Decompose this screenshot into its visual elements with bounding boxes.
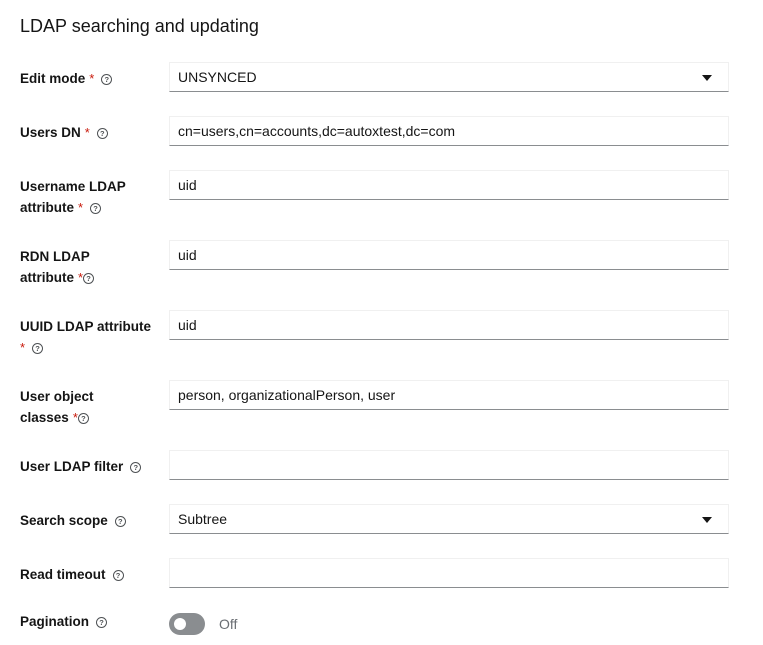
pagination-label: Pagination?	[20, 611, 155, 632]
search-scope-label: Search scope?	[20, 510, 155, 531]
help-icon[interactable]: ?	[114, 516, 126, 527]
help-icon[interactable]: ?	[130, 462, 142, 473]
help-icon[interactable]: ?	[101, 74, 113, 85]
help-icon[interactable]: ?	[77, 413, 89, 424]
edit-mode-value: UNSYNCED	[178, 69, 257, 85]
help-icon[interactable]: ?	[96, 128, 108, 139]
user-object-classes-input[interactable]	[169, 380, 729, 410]
help-icon[interactable]: ?	[90, 203, 102, 214]
help-icon[interactable]: ?	[83, 273, 95, 284]
username-ldap-attribute-label: Username LDAP attribute *?	[20, 179, 126, 215]
help-icon[interactable]: ?	[96, 617, 108, 628]
users-dn-label: Users DN *?	[20, 122, 155, 143]
caret-down-icon	[702, 517, 712, 523]
read-timeout-input[interactable]	[169, 558, 729, 588]
user-ldap-filter-label: User LDAP filter?	[20, 456, 170, 477]
uuid-ldap-attribute-label: UUID LDAP attribute *?	[20, 319, 152, 355]
read-timeout-label: Read timeout?	[20, 564, 155, 585]
user-object-classes-label: User object classes *?	[20, 389, 94, 425]
required-indicator: *	[20, 340, 26, 355]
caret-down-icon	[702, 75, 712, 81]
help-icon[interactable]: ?	[32, 343, 44, 354]
required-indicator: *	[78, 200, 84, 215]
search-scope-value: Subtree	[178, 511, 228, 527]
toggle-knob	[174, 618, 186, 630]
required-indicator: *	[89, 71, 95, 86]
rdn-ldap-attribute-input[interactable]	[169, 240, 729, 270]
username-ldap-attribute-input[interactable]	[169, 170, 729, 200]
pagination-state: Off	[219, 616, 238, 632]
required-indicator: *	[84, 125, 90, 140]
edit-mode-select[interactable]: UNSYNCED	[169, 62, 729, 92]
search-scope-select[interactable]: Subtree	[169, 504, 729, 534]
edit-mode-label: Edit mode *?	[20, 68, 155, 89]
rdn-ldap-attribute-label: RDN LDAP attribute *?	[20, 246, 155, 288]
users-dn-input[interactable]	[169, 116, 729, 146]
uuid-ldap-attribute-input[interactable]	[169, 310, 729, 340]
page-title: LDAP searching and updating	[20, 16, 259, 36]
help-icon[interactable]: ?	[112, 570, 124, 581]
user-ldap-filter-input[interactable]	[169, 450, 729, 480]
pagination-toggle[interactable]	[169, 613, 205, 635]
